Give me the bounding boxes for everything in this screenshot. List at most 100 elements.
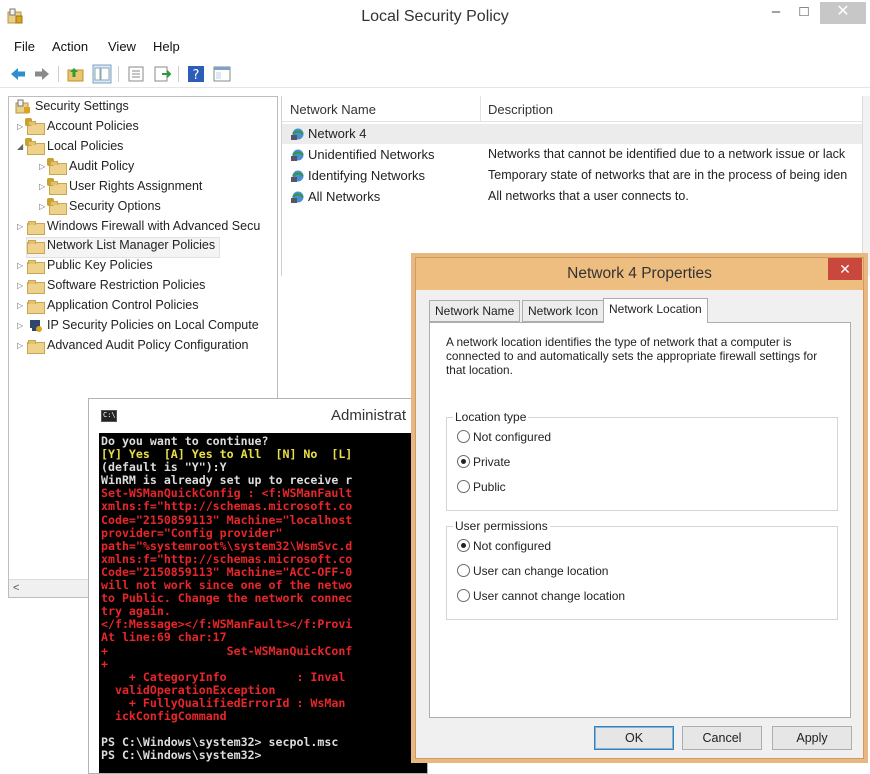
radio-button[interactable] <box>457 480 470 494</box>
menu-file[interactable]: File <box>14 39 35 54</box>
tree-item-software-restriction-policies[interactable]: ▷ Software Restriction Policies <box>17 278 205 297</box>
tab-network-name[interactable]: Network Name <box>429 300 521 322</box>
folder-icon <box>27 279 45 294</box>
tab-network-icon[interactable]: Network Icon <box>522 300 605 322</box>
expand-arrow-icon[interactable]: ▷ <box>17 301 27 310</box>
tree-label: Account Policies <box>47 119 139 133</box>
list-row-unidentified-networks[interactable]: Unidentified Networks Networks that cann… <box>282 145 862 165</box>
toolbar-separator <box>118 66 119 82</box>
console-title: Administrat <box>331 407 407 424</box>
radio-button[interactable] <box>457 455 470 469</box>
tree-item-ip-security-policies[interactable]: ▷ IP Security Policies on Local Compute <box>17 318 259 337</box>
export-list-icon[interactable] <box>152 64 172 84</box>
toolbar-separator <box>58 66 59 82</box>
console-line: provider="Config provider" <box>101 525 283 540</box>
network-properties-dialog: Network 4 Properties ✕ Network Name Netw… <box>415 257 864 759</box>
location-description: A network location identifies the type o… <box>446 335 818 377</box>
tree-item-security-options[interactable]: ▷ Security Options <box>39 197 161 218</box>
tree-item-network-list-manager-policies[interactable]: Network List Manager Policies <box>25 237 221 258</box>
powershell-console-window: Administrat Do you want to continue?[Y] … <box>88 398 428 774</box>
network-name: Unidentified Networks <box>308 147 435 162</box>
maximize-button[interactable]: □ <box>790 2 818 24</box>
menu-action[interactable]: Action <box>52 39 88 54</box>
console-line: PS C:\Windows\system32> <box>101 748 262 763</box>
tree-item-audit-policy[interactable]: ▷ Audit Policy <box>39 157 135 178</box>
apply-button[interactable]: Apply <box>772 726 852 750</box>
folder-icon <box>47 197 67 215</box>
location-type-option-public[interactable]: Public <box>457 480 506 498</box>
forward-arrow-icon[interactable] <box>32 64 52 84</box>
toolbar-separator <box>178 66 179 82</box>
list-header: Network Name Description <box>282 96 862 122</box>
tree-item-windows-firewall[interactable]: ▷ Windows Firewall with Advanced Secu <box>17 219 260 238</box>
location-type-label: Location type <box>453 410 529 424</box>
expand-arrow-icon[interactable]: ▷ <box>17 341 27 350</box>
list-row-all-networks[interactable]: All Networks All networks that a user co… <box>282 187 862 207</box>
column-header-network-name[interactable]: Network Name <box>290 102 376 117</box>
show-hide-tree-icon[interactable] <box>92 64 112 84</box>
folder-icon <box>27 339 45 354</box>
list-pane: Network Name Description Network 4 Unide… <box>281 96 862 276</box>
menu-view[interactable]: View <box>108 39 136 54</box>
radio-button[interactable] <box>457 589 470 603</box>
expand-arrow-icon[interactable]: ▷ <box>17 222 27 231</box>
list-row-identifying-networks[interactable]: Identifying Networks Temporary state of … <box>282 166 862 186</box>
tree-label: Application Control Policies <box>47 298 199 312</box>
console-line: + FullyQualifiedErrorId : WsMan <box>101 695 346 710</box>
window-title: Local Security Policy <box>361 8 509 25</box>
radio-button[interactable] <box>457 564 470 578</box>
column-divider[interactable] <box>480 96 481 122</box>
console-output[interactable]: Do you want to continue? [Y] Yes [A] Yes … <box>99 433 427 773</box>
tree-item-local-policies[interactable]: ◢ Local Policies <box>17 137 124 158</box>
tree-item-public-key-policies[interactable]: ▷ Public Key Policies <box>17 258 153 277</box>
network-icon <box>291 128 304 140</box>
tree-item-user-rights-assignment[interactable]: ▷ User Rights Assignment <box>39 177 202 198</box>
title-bar: Local Security Policy – □ ✕ <box>0 0 870 34</box>
tree-item-application-control-policies[interactable]: ▷ Application Control Policies <box>17 298 198 317</box>
location-type-option-not-configured[interactable]: Not configured <box>457 430 551 448</box>
user-permissions-option-not-configured[interactable]: Not configured <box>457 539 551 557</box>
menu-help[interactable]: Help <box>153 39 180 54</box>
console-line: At line:69 char:17 <box>101 630 227 645</box>
location-type-option-private[interactable]: Private <box>457 455 510 473</box>
user-permissions-option-cannot-change[interactable]: User cannot change location <box>457 589 625 607</box>
tab-network-location[interactable]: Network Location <box>603 298 708 323</box>
tree-item-account-policies[interactable]: ▷ Account Policies <box>17 117 139 138</box>
expand-arrow-icon[interactable]: ▷ <box>17 261 27 270</box>
dialog-body: Network Name Network Icon Network Locati… <box>416 290 863 758</box>
dialog-close-button[interactable]: ✕ <box>828 258 862 280</box>
list-row-network-4[interactable]: Network 4 <box>282 124 862 144</box>
radio-label: Public <box>473 480 506 494</box>
list-vertical-scrollbar[interactable] <box>862 96 870 276</box>
scroll-left-icon[interactable]: < <box>13 582 19 594</box>
expand-arrow-icon[interactable]: ▷ <box>17 281 27 290</box>
tree-item-advanced-audit-policy[interactable]: ▷ Advanced Audit Policy Configuration <box>17 338 249 357</box>
column-header-description[interactable]: Description <box>488 102 553 117</box>
folder-icon <box>47 177 67 195</box>
tree-label: Local Policies <box>47 139 124 153</box>
console-tree-icon[interactable] <box>212 64 232 84</box>
back-arrow-icon[interactable] <box>8 64 28 84</box>
folder-icon <box>27 259 45 274</box>
network-name: All Networks <box>308 189 381 204</box>
tree-root-security-settings[interactable]: Security Settings <box>15 99 129 118</box>
radio-label: Not configured <box>473 430 552 444</box>
radio-button[interactable] <box>457 539 470 553</box>
tree-label: Advanced Audit Policy Configuration <box>47 338 249 352</box>
tree-label: Audit Policy <box>69 159 135 173</box>
console-line: validOperationException <box>101 682 276 697</box>
up-folder-icon[interactable] <box>66 64 86 84</box>
close-button[interactable]: ✕ <box>820 2 866 24</box>
menu-bar: File Action View Help <box>0 36 870 58</box>
cancel-button[interactable]: Cancel <box>682 726 762 750</box>
tree-label: Public Key Policies <box>47 258 153 272</box>
radio-button[interactable] <box>457 430 470 444</box>
radio-label: Not configured <box>473 539 552 553</box>
help-icon[interactable]: ? <box>186 64 206 84</box>
expand-arrow-icon[interactable]: ▷ <box>17 321 27 330</box>
console-title-bar: Administrat <box>89 399 427 433</box>
properties-icon[interactable] <box>126 64 146 84</box>
user-permissions-option-can-change[interactable]: User can change location <box>457 564 608 582</box>
minimize-button[interactable]: – <box>762 2 790 24</box>
ok-button[interactable]: OK <box>594 726 674 750</box>
